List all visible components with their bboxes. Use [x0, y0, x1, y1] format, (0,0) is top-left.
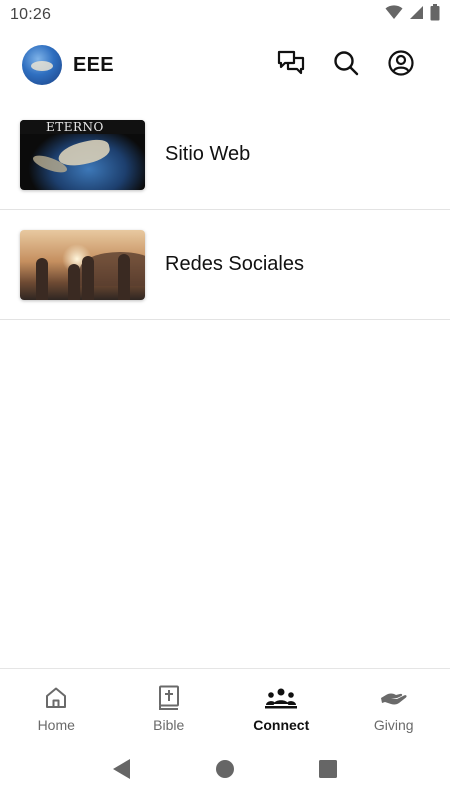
- app-title: EEE: [73, 53, 114, 76]
- status-icons: [385, 4, 440, 26]
- connect-icon: [265, 683, 298, 713]
- thumbnail-text: ETERNO: [46, 119, 104, 134]
- wifi-icon: [385, 5, 403, 25]
- nav-label: Connect: [253, 716, 310, 733]
- redes-sociales-thumbnail: [20, 229, 145, 300]
- account-button[interactable]: [373, 43, 428, 87]
- back-triangle-icon: [112, 758, 132, 785]
- chat-button[interactable]: [263, 43, 318, 87]
- battery-icon: [430, 4, 440, 26]
- home-system-button[interactable]: [205, 751, 245, 791]
- back-button[interactable]: [102, 751, 142, 791]
- home-icon: [44, 683, 68, 713]
- nav-item-home[interactable]: Home: [0, 669, 113, 742]
- app-logo[interactable]: [22, 45, 62, 85]
- sitio-web-thumbnail: ETERNO: [20, 119, 145, 190]
- list-item-redes-sociales[interactable]: Redes Sociales: [0, 210, 450, 320]
- list-item-label: Sitio Web: [165, 143, 251, 165]
- nav-label: Home: [37, 716, 75, 733]
- nav-label: Giving: [373, 716, 414, 733]
- nav-item-connect[interactable]: Connect: [225, 669, 338, 742]
- recents-button[interactable]: [308, 751, 348, 791]
- person-silhouette: [36, 257, 48, 300]
- connect-list: ETERNO Sitio Web Redes Sociales: [0, 100, 450, 320]
- home-circle-icon: [215, 759, 235, 784]
- search-icon: [333, 50, 359, 81]
- person-silhouette: [82, 255, 94, 300]
- nav-label: Bible: [153, 716, 185, 733]
- list-item-label: Redes Sociales: [165, 253, 304, 275]
- search-button[interactable]: [318, 43, 373, 87]
- status-bar: 10:26: [0, 0, 450, 30]
- account-icon: [387, 49, 414, 81]
- nav-item-bible[interactable]: Bible: [113, 669, 226, 742]
- person-silhouette: [68, 263, 80, 300]
- giving-icon: [380, 683, 408, 713]
- nav-item-giving[interactable]: Giving: [338, 669, 450, 742]
- bottom-nav: Home Bible Connect Giving: [0, 668, 450, 742]
- app-header: EEE: [0, 30, 450, 100]
- bible-icon: [158, 683, 180, 713]
- system-nav-bar: [0, 742, 450, 800]
- dove-image: [56, 136, 112, 169]
- list-item-sitio-web[interactable]: ETERNO Sitio Web: [0, 100, 450, 210]
- header-actions: [263, 43, 428, 87]
- person-silhouette: [118, 253, 130, 300]
- recents-square-icon: [318, 759, 338, 784]
- status-time: 10:26: [10, 6, 52, 23]
- signal-icon: [409, 5, 424, 25]
- chat-icon: [277, 50, 305, 81]
